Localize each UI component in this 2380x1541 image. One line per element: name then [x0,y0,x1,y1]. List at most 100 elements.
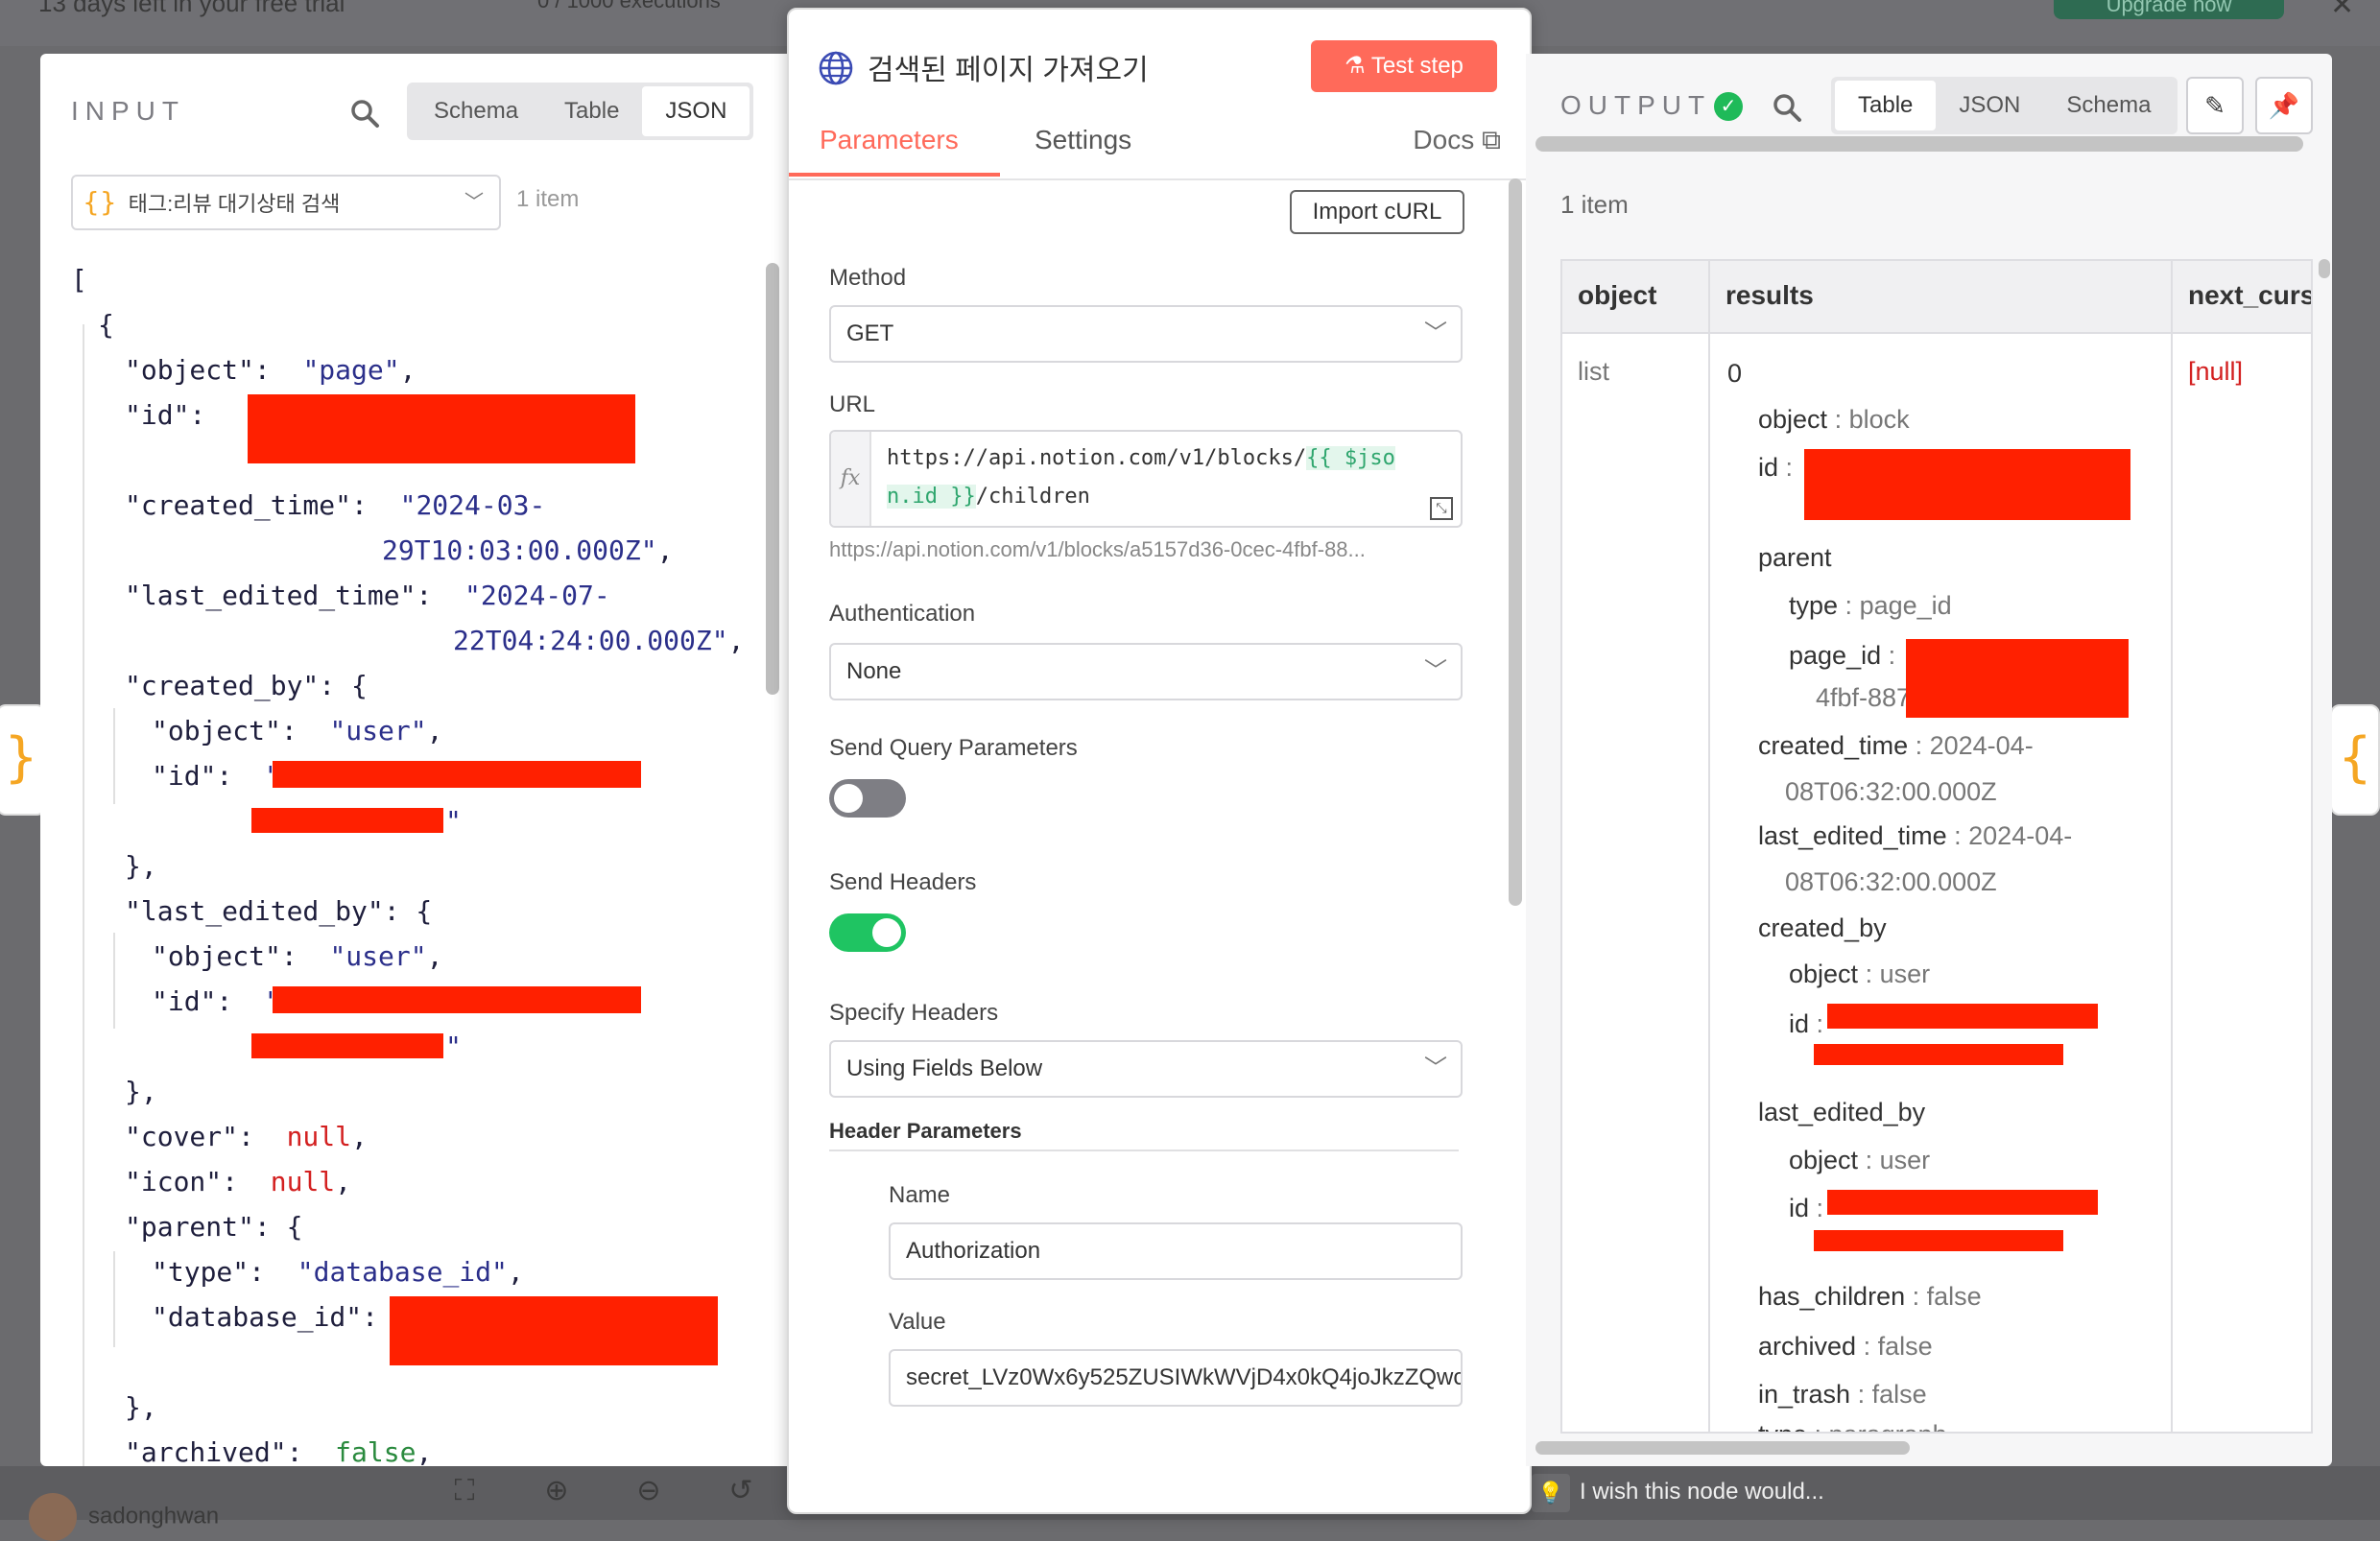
json-line: "cover": null, [125,1121,368,1152]
result-object: object : block [1758,405,1910,434]
input-title: INPUT [71,96,185,126]
json-line: "last_edited_time": "2024-07- [125,580,610,611]
tab-schema[interactable]: Schema [2043,81,2174,130]
last-edited-by-object: object : user [1789,1146,1931,1174]
docs-link[interactable]: Docs ⧉ [1413,125,1501,156]
fit-view-icon[interactable]: ⛶ [434,1466,495,1516]
search-icon[interactable] [349,98,380,133]
input-view-switcher: Schema Table JSON [407,83,754,140]
globe-icon [818,50,854,94]
authentication-label: Authentication [829,601,976,627]
method-value: GET [846,320,894,346]
feedback-bar[interactable]: 💡 I wish this node would... [1532,1470,1916,1514]
last-edited-by-id: id : [1789,1194,1824,1222]
created-by-object: object : user [1789,960,1931,988]
json-line: }, [125,1076,157,1107]
flask-icon: ⚗ [1345,53,1371,79]
json-line: { [98,309,114,341]
toggle-knob [872,918,901,947]
column-divider [2171,261,2173,1432]
test-step-button[interactable]: ⚗ Test step [1311,40,1497,92]
tab-json[interactable]: JSON [1936,81,2043,130]
result-archived: archived : false [1758,1332,1933,1361]
tab-json[interactable]: JSON [642,86,750,136]
output-top-scrollbar[interactable] [1535,136,2303,152]
reset-zoom-icon[interactable]: ↺ [710,1466,772,1516]
redacted-block [1827,1004,2098,1029]
tab-table[interactable]: Table [541,86,642,136]
tab-parameters[interactable]: Parameters [820,125,959,155]
json-line [71,438,781,483]
output-vertical-scrollbar[interactable] [2319,259,2330,278]
expand-icon[interactable]: ⤡ [1430,497,1453,520]
tab-settings[interactable]: Settings [1035,125,1131,155]
header-name-label: Name [889,1182,951,1208]
send-headers-label: Send Headers [829,869,977,895]
send-headers-toggle[interactable] [829,913,906,952]
output-view-switcher: Table JSON Schema [1831,77,2178,134]
created-time-cont: 08T06:32:00.000Z [1785,777,1997,806]
source-node-select[interactable]: {} 태그:리뷰 대기상태 검색 ﹀ [71,175,501,230]
cell-object: list [1578,357,1609,386]
authentication-select[interactable]: None ﹀ [829,643,1463,700]
redacted-block [273,986,641,1013]
tab-schema[interactable]: Schema [411,86,541,136]
user-menu[interactable]: sadonghwan [29,1493,219,1541]
method-select[interactable]: GET ﹀ [829,305,1463,363]
output-title: OUTPUT [1560,90,1712,120]
test-step-label: Test step [1370,53,1464,79]
created-by-id: id : [1789,1009,1824,1038]
json-line: "object": "page", [125,354,416,386]
avatar [29,1493,77,1541]
column-header-object: object [1578,280,1657,310]
page-id-fragment: 4fbf-887 [1816,683,1912,712]
input-scrollbar[interactable] [766,263,779,695]
parameters-scrollbar[interactable] [1509,178,1522,906]
upgrade-button[interactable]: Upgrade now [2054,0,2284,19]
header-value-input[interactable]: secret_LVz0Wx6y525ZUSIWkWVjD4x0kQ4joJkzZ… [889,1349,1463,1407]
next-node-tab[interactable]: { [2330,704,2380,816]
column-header-results: results [1726,280,1814,310]
output-table: object results next_curs list [null] 0 o… [1560,259,2313,1434]
previous-node-tab[interactable]: } [0,704,46,816]
json-line: 22T04:24:00.000Z", [453,625,745,656]
trial-banner: 13 days left in your free trial [38,0,345,17]
chevron-down-icon: ﹀ [1424,658,1447,684]
external-link-icon: ⧉ [1482,125,1501,154]
result-last-edited-time: last_edited_time : 2024-04- [1758,821,2073,850]
json-viewer: [ { "object": "page", "id": "created_tim… [71,257,781,1466]
result-in-trash: in_trash : false [1758,1380,1927,1409]
import-curl-button[interactable]: Import cURL [1290,190,1464,234]
docs-label: Docs [1413,125,1475,154]
specify-headers-select[interactable]: Using Fields Below ﹀ [829,1040,1463,1098]
edit-output-button[interactable]: ✎ [2186,77,2244,134]
close-icon[interactable]: ✕ [2330,0,2354,22]
json-line: "id": " [71,753,781,798]
url-input[interactable]: fx https://api.notion.com/v1/blocks/{{ $… [829,430,1463,528]
header-value-label: Value [889,1309,946,1335]
result-last-edited-by: last_edited_by [1758,1098,1926,1126]
output-panel: OUTPUT ✓ Table JSON Schema ✎ 📌 1 item ob… [1526,54,2332,1466]
send-query-toggle[interactable] [829,779,906,818]
json-line: "archived": false, [125,1436,433,1466]
result-index: 0 [1727,359,1743,388]
header-name-input[interactable]: Authorization [889,1222,1463,1280]
redacted-block [1814,1044,2063,1065]
json-line [71,1339,781,1385]
zoom-out-icon[interactable]: ⊖ [618,1466,679,1516]
json-line: "created_time": "2024-03- [125,489,546,521]
json-line: " [71,798,781,843]
redacted-block [273,761,641,788]
json-line: "type": "database_id", [152,1256,524,1288]
source-node-name: 태그:리뷰 대기상태 검색 [128,192,341,216]
send-query-label: Send Query Parameters [829,735,1078,761]
tab-table[interactable]: Table [1835,81,1937,130]
output-bottom-scrollbar[interactable] [1535,1441,1910,1455]
pin-data-button[interactable]: 📌 [2255,77,2313,134]
chevron-down-icon: ﹀ [1424,1055,1447,1081]
search-icon[interactable] [1772,92,1802,128]
json-line: "id": " [71,979,781,1024]
json-line: "parent": { [125,1211,303,1243]
output-item-count: 1 item [1560,190,1629,219]
zoom-in-icon[interactable]: ⊕ [526,1466,587,1516]
